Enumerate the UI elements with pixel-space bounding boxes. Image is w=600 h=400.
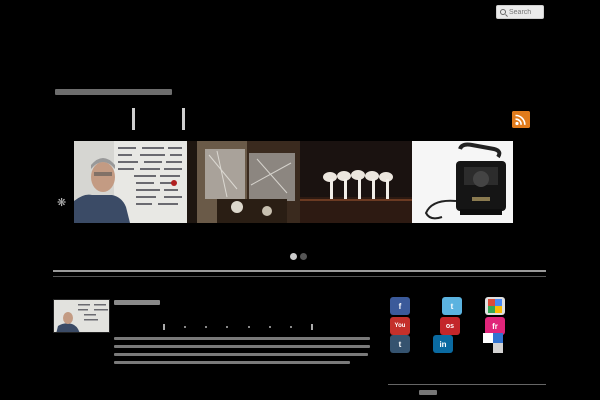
lastfm-icon[interactable]: os <box>440 317 460 335</box>
youtube-icon[interactable]: You <box>390 317 410 335</box>
google-icon[interactable] <box>485 297 505 315</box>
excerpt-line <box>114 353 368 356</box>
post-thumbnail[interactable] <box>53 299 110 333</box>
twitter-icon[interactable]: t <box>442 297 462 315</box>
rss-icon[interactable] <box>512 111 530 128</box>
slider-marker-right <box>182 108 185 130</box>
excerpt-line <box>114 337 370 340</box>
slider-dot-1[interactable] <box>290 253 297 260</box>
slider-marker-left <box>132 108 135 130</box>
search-input[interactable] <box>509 8 543 16</box>
slide-stage-people[interactable] <box>300 141 412 223</box>
slider-dot-2[interactable] <box>300 253 307 260</box>
slider-prev-arrow-icon[interactable]: ❋ <box>57 196 66 209</box>
site-title-text-block <box>55 89 172 95</box>
search-icon <box>500 9 506 15</box>
slider-pagination <box>290 253 307 260</box>
post-title-text-block <box>114 300 160 305</box>
post-excerpt <box>114 337 370 364</box>
separator-bottom <box>53 276 546 277</box>
widget-title-text-block <box>419 390 437 395</box>
delicious-icon[interactable] <box>483 333 503 353</box>
tumblr-icon[interactable]: t <box>390 335 410 353</box>
separator-top <box>53 270 546 272</box>
post-subtitle <box>163 324 313 330</box>
facebook-icon[interactable]: f <box>390 297 410 315</box>
widget-separator <box>388 384 546 385</box>
slide-man-whiteboard[interactable] <box>74 141 187 223</box>
slide-antique-telephone[interactable] <box>412 141 513 223</box>
slide-shop-window[interactable] <box>187 141 300 223</box>
linkedin-icon[interactable]: in <box>433 335 453 353</box>
search-box[interactable] <box>496 5 544 19</box>
excerpt-line <box>114 361 350 364</box>
excerpt-line <box>114 345 370 348</box>
